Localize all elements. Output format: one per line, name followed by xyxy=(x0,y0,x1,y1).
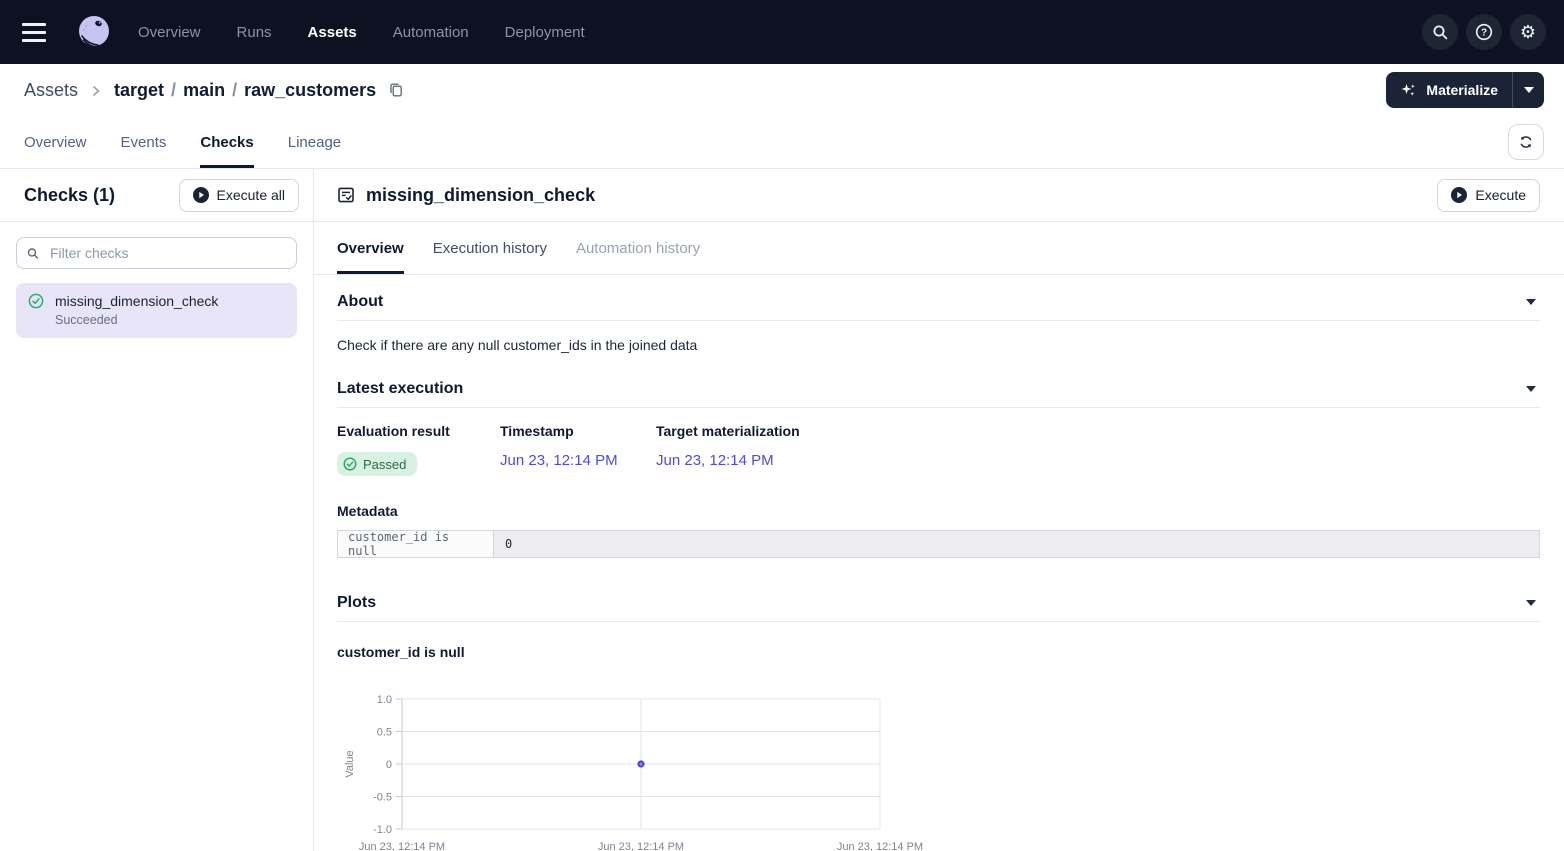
check-success-icon xyxy=(28,293,44,309)
check-name: missing_dimension_check xyxy=(55,293,285,309)
checks-sidebar: Checks (1) Execute all missing_dimension… xyxy=(0,169,314,851)
svg-text:?: ? xyxy=(1481,28,1487,39)
path-separator: / xyxy=(232,80,237,101)
settings-gear-icon[interactable]: ⚙ xyxy=(1510,14,1546,50)
filter-checks-field xyxy=(16,237,297,269)
asset-check-icon xyxy=(337,186,355,204)
evaluation-result-header: Evaluation result xyxy=(337,423,500,439)
svg-text:-0.5: -0.5 xyxy=(373,792,392,804)
search-icon xyxy=(27,247,39,260)
tab-lineage[interactable]: Lineage xyxy=(288,116,341,168)
collapse-latest-execution-button[interactable] xyxy=(1522,380,1540,398)
dagster-app: Overview Runs Assets Automation Deployme… xyxy=(0,0,1564,851)
breadcrumb: Assets target / main / raw_customers Mat… xyxy=(0,64,1564,116)
timestamp-link[interactable]: Jun 23, 12:14 PM xyxy=(500,452,618,469)
execute-all-button[interactable]: Execute all xyxy=(179,179,299,212)
top-navbar: Overview Runs Assets Automation Deployme… xyxy=(0,0,1564,64)
tab-automation-history[interactable]: Automation history xyxy=(576,222,700,274)
refresh-icon xyxy=(1518,134,1534,150)
play-icon xyxy=(193,187,209,203)
breadcrumb-assets-link[interactable]: Assets xyxy=(24,80,78,101)
asset-path-segment[interactable]: raw_customers xyxy=(244,80,376,101)
metadata-value-cell: 0 xyxy=(494,531,1539,557)
asset-tab-bar: Overview Events Checks Lineage xyxy=(0,116,1564,169)
navbar-actions: ? ⚙ xyxy=(1422,14,1546,50)
asset-path-segment[interactable]: main xyxy=(183,80,225,101)
copy-icon[interactable] xyxy=(388,82,404,98)
target-materialization-link[interactable]: Jun 23, 12:14 PM xyxy=(656,452,774,469)
target-materialization-header: Target materialization xyxy=(656,423,800,439)
svg-text:Value: Value xyxy=(344,750,356,777)
check-detail-title: missing_dimension_check xyxy=(366,185,595,206)
caret-down-icon xyxy=(1524,87,1534,93)
asset-key-path: target / main / raw_customers xyxy=(114,80,376,101)
svg-text:-1.0: -1.0 xyxy=(373,824,392,836)
check-detail-tab-bar: Overview Execution history Automation hi… xyxy=(314,222,1564,275)
latest-execution-table: Evaluation result Passed Timestamp Jun 2… xyxy=(337,423,1540,476)
execute-button[interactable]: Execute xyxy=(1437,179,1540,212)
about-heading: About xyxy=(337,293,383,311)
svg-text:Jun 23, 12:14 PM: Jun 23, 12:14 PM xyxy=(359,841,445,851)
tab-execution-history[interactable]: Execution history xyxy=(433,222,547,274)
materialize-split-button: Materialize xyxy=(1386,72,1544,108)
nav-item-assets[interactable]: Assets xyxy=(308,24,357,41)
svg-text:Jun 23, 12:14 PM: Jun 23, 12:14 PM xyxy=(598,841,684,851)
check-description: Check if there are any null customer_ids… xyxy=(337,337,1540,353)
checks-count-title: Checks (1) xyxy=(24,185,115,206)
metadata-table: customer_id is null 0 xyxy=(337,530,1540,558)
filter-checks-input[interactable] xyxy=(48,244,286,262)
materialize-dropdown-button[interactable] xyxy=(1512,72,1544,108)
hamburger-menu-icon[interactable] xyxy=(22,17,52,47)
section-divider xyxy=(337,407,1540,408)
primary-nav: Overview Runs Assets Automation Deployme… xyxy=(138,24,585,41)
search-icon[interactable] xyxy=(1422,14,1458,50)
chevron-right-icon xyxy=(90,84,102,98)
dagster-logo-icon[interactable] xyxy=(74,12,114,52)
refresh-button[interactable] xyxy=(1508,124,1544,160)
sparkle-icon xyxy=(1400,82,1417,99)
materialize-button[interactable]: Materialize xyxy=(1386,72,1512,108)
collapse-plots-button[interactable] xyxy=(1522,594,1540,612)
svg-text:1.0: 1.0 xyxy=(377,694,392,706)
caret-down-icon xyxy=(1526,386,1536,392)
nav-item-runs[interactable]: Runs xyxy=(237,24,272,41)
check-detail-panel: missing_dimension_check Execute Overview… xyxy=(314,169,1564,851)
timestamp-header: Timestamp xyxy=(500,423,656,439)
nav-item-automation[interactable]: Automation xyxy=(393,24,469,41)
metadata-key-cell: customer_id is null xyxy=(338,531,494,557)
check-list-item-selected[interactable]: missing_dimension_check Succeeded xyxy=(16,283,297,338)
caret-down-icon xyxy=(1526,299,1536,305)
section-divider xyxy=(337,320,1540,321)
svg-text:Jun 23, 12:14 PM: Jun 23, 12:14 PM xyxy=(837,841,923,851)
caret-down-icon xyxy=(1526,600,1536,606)
asset-path-segment[interactable]: target xyxy=(114,80,164,101)
plots-heading: Plots xyxy=(337,594,376,612)
tab-check-overview[interactable]: Overview xyxy=(337,222,404,274)
latest-execution-heading: Latest execution xyxy=(337,380,463,398)
tab-checks[interactable]: Checks xyxy=(200,116,253,168)
check-success-icon xyxy=(343,457,357,471)
materialize-label: Materialize xyxy=(1426,82,1498,98)
help-icon[interactable]: ? xyxy=(1466,14,1502,50)
section-divider xyxy=(337,621,1540,622)
play-icon xyxy=(1451,187,1467,203)
nav-item-deployment[interactable]: Deployment xyxy=(505,24,585,41)
plot-chart: 1.0 0.5 0 -0.5 -1.0 Jun 23, 12:14 PM Jun 23, 1… xyxy=(337,693,1540,851)
plot-title: customer_id is null xyxy=(337,644,1540,660)
svg-text:0: 0 xyxy=(386,759,392,771)
metadata-heading: Metadata xyxy=(337,503,1540,519)
path-separator: / xyxy=(171,80,176,101)
check-status: Succeeded xyxy=(55,313,285,327)
nav-item-overview[interactable]: Overview xyxy=(138,24,201,41)
passed-status-badge: Passed xyxy=(337,452,417,476)
collapse-about-button[interactable] xyxy=(1522,293,1540,311)
tab-overview[interactable]: Overview xyxy=(24,116,87,168)
plot-chart-svg: 1.0 0.5 0 -0.5 -1.0 Jun 23, 12:14 PM Jun 23, 1… xyxy=(337,693,957,851)
svg-text:0.5: 0.5 xyxy=(377,727,392,739)
tab-events[interactable]: Events xyxy=(121,116,167,168)
